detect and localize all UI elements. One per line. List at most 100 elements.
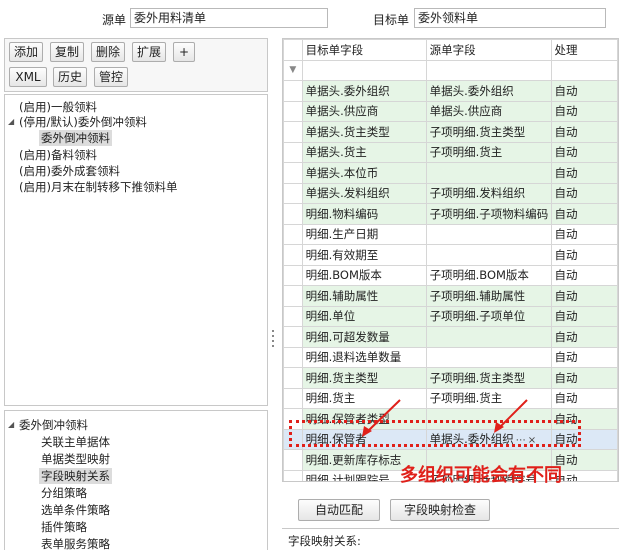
table-row[interactable]: 明细.有效期至 自动 <box>283 244 618 266</box>
source-field-cell[interactable]: 子项明细.辅助属性 <box>425 285 552 307</box>
source-field-cell[interactable] <box>425 244 552 266</box>
target-field-cell[interactable]: 明细.有效期至 <box>301 244 427 266</box>
table-row[interactable]: 明细.物料编码 子项明细.子项物料编码 自动 <box>283 203 618 225</box>
filter-icon[interactable]: ▼ <box>283 59 303 81</box>
table-row[interactable]: 明细.BOM版本 子项明细.BOM版本 自动 <box>283 264 618 286</box>
process-cell[interactable]: 自动 <box>550 346 618 368</box>
control-button[interactable]: 管控 <box>94 67 128 87</box>
target-field-cell[interactable]: 明细.可超发数量 <box>301 326 427 348</box>
target-bill-field[interactable]: 委外领料单 <box>414 8 606 28</box>
table-row[interactable]: 单据头.货主 子项明细.货主 自动 <box>283 141 618 163</box>
tree-item-rule[interactable]: (启用)委外成套领料 <box>17 163 122 179</box>
row-indicator[interactable] <box>283 346 303 368</box>
row-indicator[interactable] <box>283 203 303 225</box>
table-row[interactable]: 单据头.供应商 单据头.供应商 自动 <box>283 100 618 122</box>
process-cell[interactable]: 自动 <box>550 244 618 266</box>
config-item[interactable]: 分组策略 <box>39 485 89 501</box>
table-row[interactable]: 明细.货主 子项明细.货主 自动 <box>283 387 618 409</box>
tree-item-rule[interactable]: (启用)备料领料 <box>17 147 99 163</box>
table-row[interactable]: 明细.退料选单数量 自动 <box>283 346 618 368</box>
pane-splitter[interactable] <box>268 38 278 550</box>
source-field-cell[interactable]: 子项明细.子项单位 <box>425 305 552 327</box>
row-indicator[interactable] <box>283 100 303 122</box>
table-row[interactable]: 明细.货主类型 子项明细.货主类型 自动 <box>283 367 618 389</box>
filter-cell[interactable] <box>550 59 618 81</box>
copy-button[interactable]: 复制 <box>50 42 84 62</box>
config-item[interactable]: 插件策略 <box>39 519 89 535</box>
row-indicator[interactable] <box>283 182 303 204</box>
source-field-cell[interactable]: 子项明细.发料组织 <box>425 182 552 204</box>
process-cell[interactable]: 自动 <box>550 80 618 102</box>
tree-item-rule[interactable]: (启用)一般领料 <box>17 99 99 115</box>
source-field-cell[interactable] <box>425 162 552 184</box>
source-field-cell[interactable] <box>425 346 552 368</box>
tree-item-rule-selected[interactable]: 委外倒冲领料 <box>39 130 112 146</box>
source-field-cell[interactable] <box>425 223 552 245</box>
source-field-cell[interactable]: 子项明细.货主 <box>425 387 552 409</box>
row-indicator[interactable] <box>283 469 303 481</box>
row-indicator[interactable] <box>283 244 303 266</box>
target-field-cell[interactable]: 明细.货主类型 <box>301 367 427 389</box>
process-cell[interactable]: 自动 <box>550 387 618 409</box>
delete-button[interactable]: 删除 <box>91 42 125 62</box>
config-item[interactable]: 单据类型映射 <box>39 451 112 467</box>
target-field-cell[interactable]: 明细.退料选单数量 <box>301 346 427 368</box>
process-cell[interactable]: 自动 <box>550 264 618 286</box>
table-row[interactable]: 单据头.货主类型 子项明细.货主类型 自动 <box>283 121 618 143</box>
process-cell[interactable]: 自动 <box>550 285 618 307</box>
column-header-target[interactable]: 目标单字段 <box>301 39 427 61</box>
mapping-check-button[interactable]: 字段映射检查 <box>390 499 490 521</box>
row-indicator[interactable] <box>283 285 303 307</box>
table-row[interactable]: 单据头.委外组织 单据头.委外组织 自动 <box>283 80 618 102</box>
source-field-cell[interactable] <box>425 326 552 348</box>
target-field-cell[interactable]: 明细.辅助属性 <box>301 285 427 307</box>
process-cell[interactable]: 自动 <box>550 100 618 122</box>
source-field-cell[interactable]: 子项明细.货主类型 <box>425 121 552 143</box>
source-field-cell[interactable]: 子项明细.子项物料编码 <box>425 203 552 225</box>
process-cell[interactable]: 自动 <box>550 121 618 143</box>
config-item-selected[interactable]: 字段映射关系 <box>39 468 112 484</box>
expand-button[interactable]: 扩展 <box>132 42 166 62</box>
table-row[interactable]: 明细.可超发数量 自动 <box>283 326 618 348</box>
process-cell[interactable]: 自动 <box>550 182 618 204</box>
tree-item-rule[interactable]: (停用/默认)委外倒冲领料 <box>17 114 149 130</box>
collapse-arrow-icon[interactable]: ◢ <box>8 417 14 433</box>
process-cell[interactable]: 自动 <box>550 141 618 163</box>
tree-item-rule[interactable]: (启用)月末在制转移下推领料单 <box>17 179 179 195</box>
row-indicator[interactable] <box>283 387 303 409</box>
process-cell[interactable]: 自动 <box>550 305 618 327</box>
row-indicator[interactable] <box>283 326 303 348</box>
target-field-cell[interactable]: 单据头.本位币 <box>301 162 427 184</box>
target-field-cell[interactable]: 明细.生产日期 <box>301 223 427 245</box>
source-field-cell[interactable]: 单据头.供应商 <box>425 100 552 122</box>
process-cell[interactable]: 自动 <box>550 223 618 245</box>
row-indicator[interactable] <box>283 223 303 245</box>
target-field-cell[interactable]: 单据头.货主 <box>301 141 427 163</box>
filter-cell[interactable] <box>425 59 552 81</box>
process-cell[interactable]: 自动 <box>550 162 618 184</box>
process-cell[interactable]: 自动 <box>550 203 618 225</box>
history-button[interactable]: 历史 <box>53 67 87 87</box>
table-row[interactable]: 单据头.本位币 自动 <box>283 162 618 184</box>
auto-match-button[interactable]: 自动匹配 <box>298 499 380 521</box>
table-row[interactable]: 明细.辅助属性 子项明细.辅助属性 自动 <box>283 285 618 307</box>
column-header-source[interactable]: 源单字段 <box>425 39 552 61</box>
add-button[interactable]: 添加 <box>9 42 43 62</box>
table-row[interactable]: 单据头.发料组织 子项明细.发料组织 自动 <box>283 182 618 204</box>
row-indicator[interactable] <box>283 264 303 286</box>
target-field-cell[interactable]: 明细.BOM版本 <box>301 264 427 286</box>
column-header-process[interactable]: 处理 <box>550 39 618 61</box>
config-tree-root[interactable]: 委外倒冲领料 <box>17 417 90 433</box>
target-field-cell[interactable]: 单据头.委外组织 <box>301 80 427 102</box>
process-cell[interactable]: 自动 <box>550 326 618 348</box>
config-item[interactable]: 关联主单据体 <box>39 434 112 450</box>
row-indicator[interactable] <box>283 141 303 163</box>
target-field-cell[interactable]: 单据头.供应商 <box>301 100 427 122</box>
target-field-cell[interactable]: 单据头.发料组织 <box>301 182 427 204</box>
source-field-cell[interactable]: 子项明细.货主 <box>425 141 552 163</box>
row-indicator[interactable] <box>283 305 303 327</box>
config-item[interactable]: 选单条件策略 <box>39 502 112 518</box>
row-indicator[interactable] <box>283 449 303 471</box>
add-icon[interactable]: + <box>173 42 195 62</box>
table-row[interactable]: 明细.单位 子项明细.子项单位 自动 <box>283 305 618 327</box>
